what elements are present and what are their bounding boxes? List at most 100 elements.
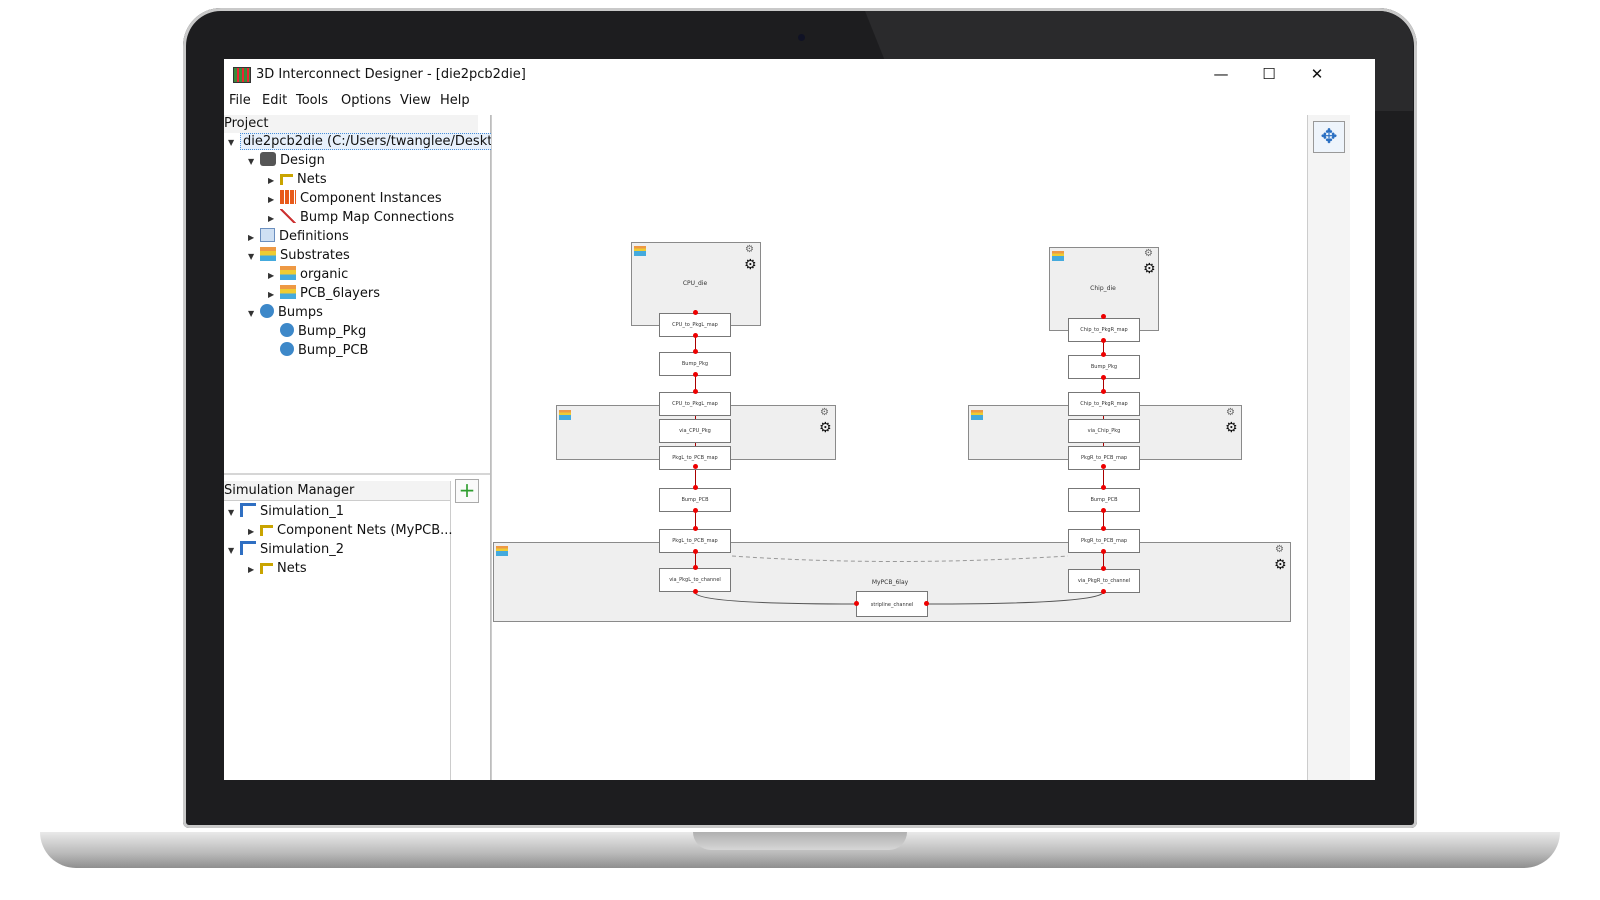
simulation-icon xyxy=(240,541,256,555)
design-canvas[interactable]: ⚙ ⚙ MyPCB_6lay ⚙ ⚙ ⚙ ⚙ ⚙ ⚙ CPU_die ⚙ ⚙ C… xyxy=(491,115,1308,780)
tree-item-component-instances[interactable]: ▶ Component Instances xyxy=(268,190,442,208)
tree-item-organic[interactable]: ▶ organic xyxy=(268,266,348,284)
tree-item-nets[interactable]: ▶ Nets xyxy=(268,171,327,189)
collapse-arrow-icon[interactable]: ▶ xyxy=(248,523,260,541)
connection-dot xyxy=(693,349,698,354)
connection-dot xyxy=(1101,314,1106,319)
menu-edit[interactable]: Edit xyxy=(262,93,287,108)
tree-item-bump-pkg[interactable]: Bump_Pkg xyxy=(280,323,366,341)
fit-view-icon[interactable]: ✥ xyxy=(1313,121,1345,153)
tree-item-label: Design xyxy=(280,153,325,168)
tree-item-design[interactable]: ▼ Design xyxy=(248,152,325,170)
connection-dot xyxy=(693,372,698,377)
connection-dot xyxy=(1101,508,1106,513)
menu-help[interactable]: Help xyxy=(440,93,470,108)
channel-wire-left xyxy=(694,592,857,605)
tree-item-label: Component Nets (MyPCB... xyxy=(277,523,453,538)
definitions-icon xyxy=(260,228,275,242)
connection-dot xyxy=(693,389,698,394)
bump-icon xyxy=(260,304,274,318)
expand-arrow-icon[interactable]: ▼ xyxy=(228,542,240,560)
tree-item-substrates[interactable]: ▼ Substrates xyxy=(248,247,350,265)
bump-icon xyxy=(280,342,294,356)
expand-arrow-icon[interactable]: ▼ xyxy=(228,134,240,152)
tree-item-definitions[interactable]: ▶ Definitions xyxy=(248,228,349,246)
camera xyxy=(798,34,805,41)
substrate-icon xyxy=(280,285,296,299)
tree-item-pcb6layers[interactable]: ▶ PCB_6layers xyxy=(268,285,380,303)
panel-divider xyxy=(450,501,451,780)
tree-item-label: Bumps xyxy=(278,305,323,320)
dashed-connection xyxy=(731,555,1069,562)
nets-icon xyxy=(260,525,273,536)
tree-item-bumps[interactable]: ▼ Bumps xyxy=(248,304,323,322)
right-node-3[interactable]: Chip_to_PkgR_map xyxy=(1068,392,1140,416)
tree-item-label: Simulation_2 xyxy=(260,542,345,557)
menu-bar: File Edit Tools Options View Help xyxy=(224,91,1375,113)
maximize-button[interactable]: ☐ xyxy=(1246,63,1292,87)
add-simulation-button[interactable]: + xyxy=(455,479,479,503)
design-icon xyxy=(260,152,276,166)
expand-arrow-icon[interactable]: ▼ xyxy=(228,504,240,522)
collapse-arrow-icon[interactable]: ▶ xyxy=(268,191,280,209)
collapse-arrow-icon[interactable]: ▶ xyxy=(248,229,260,247)
left-panel: Project ▼ die2pcb2die (C:/Users/twanglee/… xyxy=(224,115,516,780)
close-button[interactable]: ✕ xyxy=(1294,63,1340,87)
app-window: 3D Interconnect Designer - [die2pcb2die]… xyxy=(224,59,1375,780)
tree-item-simulation-1[interactable]: ▼ Simulation_1 xyxy=(228,503,344,521)
connection-dot xyxy=(924,601,929,606)
connection-dot xyxy=(693,333,698,338)
expand-arrow-icon[interactable]: ▼ xyxy=(248,153,260,171)
connection-dot xyxy=(693,589,698,594)
title-bar: 3D Interconnect Designer - [die2pcb2die]… xyxy=(224,59,1375,91)
channel-node[interactable]: stripline_channel xyxy=(856,591,928,617)
connections-svg xyxy=(694,555,1104,605)
tree-item-label: Substrates xyxy=(280,248,350,263)
tree-item-label: PCB_6layers xyxy=(300,286,380,301)
tree-item-bump-pcb[interactable]: Bump_PCB xyxy=(280,342,368,360)
tree-item-label: Bump Map Connections xyxy=(300,210,455,225)
collapse-arrow-icon[interactable]: ▶ xyxy=(268,172,280,190)
panel-splitter[interactable] xyxy=(224,473,490,475)
tree-item-component-nets[interactable]: ▶ Component Nets (MyPCB... xyxy=(248,522,453,540)
channel-wire-right xyxy=(925,592,1104,605)
tree-item-label: Component Instances xyxy=(300,191,442,206)
tree-item-bump-map[interactable]: ▶ Bump Map Connections xyxy=(268,209,454,227)
tree-item-sim-nets[interactable]: ▶ Nets xyxy=(248,560,307,578)
connection-icon xyxy=(280,209,296,223)
tree-item-label: Bump_PCB xyxy=(298,343,369,358)
tree-root[interactable]: ▼ die2pcb2die (C:/Users/twanglee/Deskto..… xyxy=(228,133,516,152)
tree-item-label: Nets xyxy=(297,172,327,187)
scroll-area xyxy=(1350,115,1375,780)
minimize-button[interactable]: — xyxy=(1198,63,1244,87)
tree-item-label: Nets xyxy=(277,561,307,576)
app-icon xyxy=(233,67,251,83)
collapse-arrow-icon[interactable]: ▶ xyxy=(268,210,280,228)
collapse-arrow-icon[interactable]: ▶ xyxy=(248,561,260,579)
tree-item-label: Definitions xyxy=(279,229,349,244)
connection-dot xyxy=(1101,389,1106,394)
menu-options[interactable]: Options xyxy=(341,93,391,108)
menu-file[interactable]: File xyxy=(229,93,251,108)
tree-root-label: die2pcb2die (C:/Users/twanglee/Deskto... xyxy=(240,133,516,150)
connection-dot xyxy=(1101,566,1106,571)
collapse-arrow-icon[interactable]: ▶ xyxy=(268,267,280,285)
connection-dot xyxy=(693,464,698,469)
connection-dot xyxy=(1101,549,1106,554)
tree-item-label: Bump_Pkg xyxy=(298,324,367,339)
expand-arrow-icon[interactable]: ▼ xyxy=(248,305,260,323)
substrate-icon xyxy=(260,247,276,261)
tree-item-label: organic xyxy=(300,267,349,282)
collapse-arrow-icon[interactable]: ▶ xyxy=(268,286,280,304)
expand-arrow-icon[interactable]: ▼ xyxy=(248,248,260,266)
menu-view[interactable]: View xyxy=(400,93,431,108)
left-node-3[interactable]: CPU_to_PkgL_map xyxy=(659,392,731,416)
connection-dot xyxy=(1101,352,1106,357)
right-node-4[interactable]: via_Chip_Pkg xyxy=(1068,419,1140,443)
tree-item-simulation-2[interactable]: ▼ Simulation_2 xyxy=(228,541,344,559)
connection-dot xyxy=(1101,338,1106,343)
connection-dot xyxy=(1101,589,1106,594)
menu-tools[interactable]: Tools xyxy=(296,93,328,108)
tree-item-label: Simulation_1 xyxy=(260,504,345,519)
left-node-4[interactable]: via_CPU_Pkg xyxy=(659,419,731,443)
